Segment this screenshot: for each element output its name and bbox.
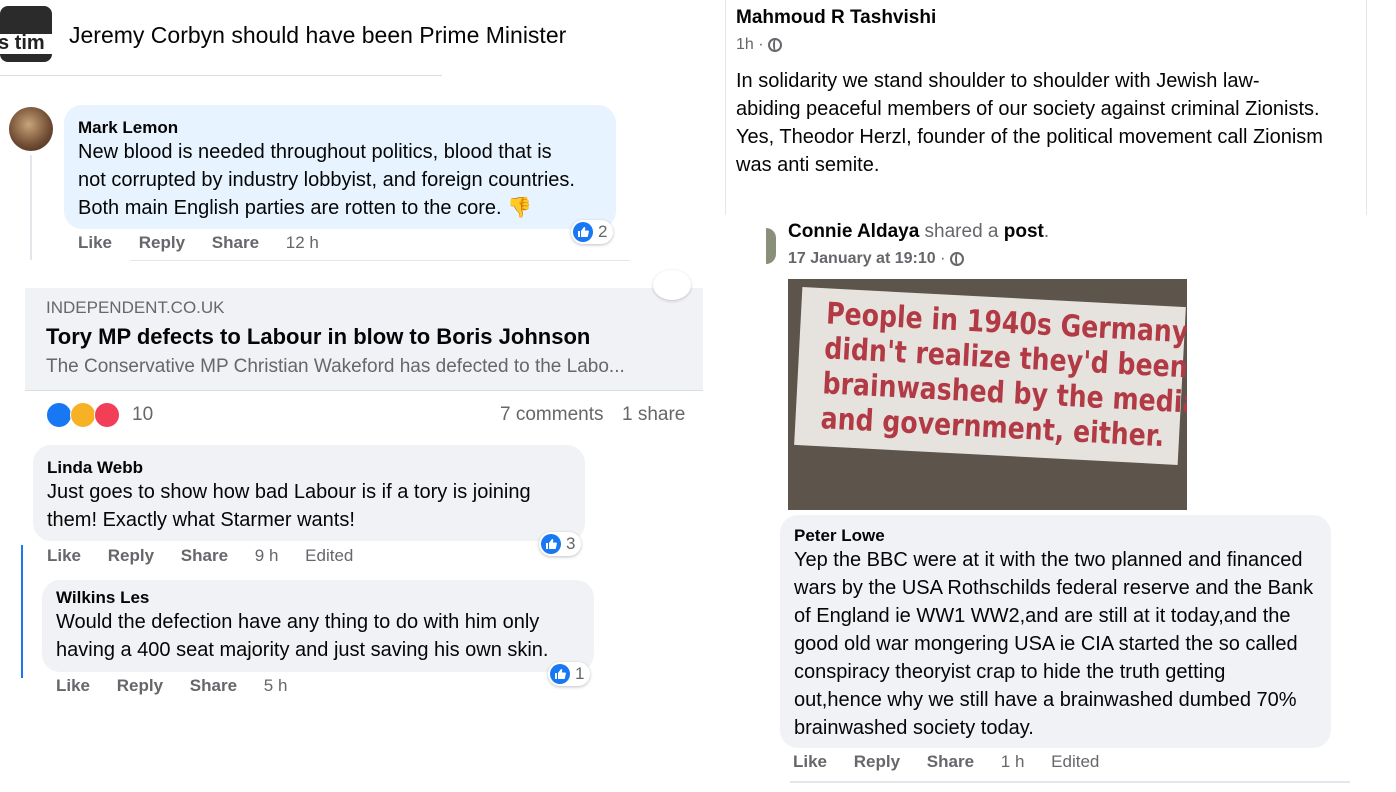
- post-image[interactable]: People in 1940s Germany didn't realize t…: [788, 279, 1187, 510]
- post-line: was anti semite.: [736, 154, 880, 176]
- post-meta: 17 January at 19:10 ·: [788, 250, 964, 268]
- separator-dot: ·: [940, 250, 946, 267]
- post-line: In solidarity we stand shoulder to shoul…: [736, 70, 1260, 92]
- like-button[interactable]: Like: [47, 546, 81, 565]
- period: .: [1043, 221, 1050, 242]
- link-description: The Conservative MP Christian Wakeford h…: [46, 356, 625, 377]
- comment-author[interactable]: Linda Webb: [47, 458, 571, 478]
- link-source: INDEPENDENT.CO.UK: [46, 298, 225, 317]
- post-line: Yes, Theodor Herzl, founder of the polit…: [736, 126, 1323, 148]
- comment-line: wars by the USA Rothschilds federal rese…: [794, 577, 1314, 599]
- reaction-count-pill[interactable]: 3: [539, 532, 582, 556]
- comment-time[interactable]: 12 h: [286, 233, 319, 252]
- haha-icon: [70, 402, 96, 428]
- share-button[interactable]: Share: [190, 676, 237, 695]
- sharer-avatar[interactable]: [766, 228, 776, 264]
- divider: [0, 75, 442, 76]
- share-button[interactable]: Share: [212, 233, 259, 252]
- post-date[interactable]: 17 January at 19:10: [788, 250, 936, 267]
- globe-icon: [949, 251, 964, 266]
- group-avatar[interactable]: s tim: [0, 6, 52, 62]
- shared-text: shared a: [924, 221, 999, 242]
- comment-line: not corrupted by industry lobbyist, and …: [78, 169, 575, 191]
- comment-line: Yep the BBC were at it with the two plan…: [794, 549, 1303, 571]
- reply-button[interactable]: Reply: [108, 546, 154, 565]
- comment-line: Just goes to show how bad Labour is if a…: [47, 481, 531, 503]
- comment-line: New blood is needed throughout politics,…: [78, 141, 552, 163]
- comment-author[interactable]: Peter Lowe: [794, 526, 1317, 546]
- comment-line: out,hence why we still have a brainwashe…: [794, 689, 1297, 711]
- comments-count[interactable]: 7 comments: [500, 404, 603, 426]
- reaction-count: 2: [598, 222, 608, 241]
- comment-bubble: Mark Lemon New blood is needed throughou…: [64, 105, 616, 229]
- post-line: abiding peaceful members of our society …: [736, 98, 1320, 120]
- shares-count[interactable]: 1 share: [622, 404, 685, 426]
- share-button[interactable]: Share: [927, 752, 974, 771]
- comment-author[interactable]: Wilkins Les: [56, 588, 580, 608]
- image-sticker: People in 1940s Germany didn't realize t…: [794, 287, 1187, 465]
- comment-time[interactable]: 9 h: [255, 546, 279, 565]
- comment-actions: Like Reply Share 9 h Edited: [47, 546, 375, 566]
- reply-button[interactable]: Reply: [854, 752, 900, 771]
- comment-line: them! Exactly what Starmer wants!: [47, 509, 355, 531]
- divider: [790, 781, 1350, 783]
- reaction-total[interactable]: 10: [132, 404, 153, 426]
- comment-actions: Like Reply Share 5 h: [56, 676, 309, 696]
- comment-line: having a 400 seat majority and just savi…: [56, 639, 549, 661]
- comment-line: conspiracy theoryist crap to hide the tr…: [794, 661, 1226, 683]
- reply-button[interactable]: Reply: [139, 233, 185, 252]
- comment-line: Would the defection have any thing to do…: [56, 611, 540, 633]
- shared-post-header: Connie Aldaya shared a post.: [788, 221, 1049, 243]
- like-icon: [573, 222, 593, 242]
- comment-line: Both main English parties are rotten to …: [78, 197, 533, 219]
- reaction-count-pill[interactable]: 1: [548, 662, 591, 686]
- reaction-count-pill[interactable]: 2: [571, 220, 614, 244]
- comment-line: of England ie WW1 WW2,and are still at i…: [794, 605, 1291, 627]
- love-icon: [94, 402, 120, 428]
- like-icon: [46, 402, 72, 428]
- comment-bubble: Peter Lowe Yep the BBC were at it with t…: [780, 515, 1331, 748]
- reaction-count: 1: [575, 664, 585, 683]
- reaction-count: 3: [566, 534, 576, 553]
- comment-line: brainwashed society today.: [794, 717, 1034, 739]
- globe-icon: [768, 37, 783, 52]
- comment-bubble: Linda Webb Just goes to show how bad Lab…: [33, 445, 585, 541]
- like-icon: [541, 534, 561, 554]
- comment-time[interactable]: 1 h: [1001, 752, 1025, 771]
- share-button[interactable]: Share: [181, 546, 228, 565]
- reply-button[interactable]: Reply: [117, 676, 163, 695]
- comment-actions: Like Reply Share 1 h Edited: [793, 752, 1121, 772]
- like-button[interactable]: Like: [78, 233, 112, 252]
- separator-dot: ·: [758, 36, 764, 53]
- reaction-icons[interactable]: [46, 401, 122, 428]
- more-options-icon[interactable]: [653, 270, 691, 300]
- like-icon: [550, 664, 570, 684]
- like-button[interactable]: Like: [56, 676, 90, 695]
- reply-thread-line: [21, 545, 23, 678]
- comment-actions: Like Reply Share 12 h: [78, 233, 341, 253]
- post-author[interactable]: Mahmoud R Tashvishi: [736, 7, 936, 29]
- link-title[interactable]: Tory MP defects to Labour in blow to Bor…: [46, 324, 590, 350]
- commenter-avatar[interactable]: [9, 107, 53, 151]
- edited-label: Edited: [305, 546, 354, 565]
- comment-bubble: Wilkins Les Would the defection have any…: [42, 580, 594, 672]
- post-time[interactable]: 1h: [736, 36, 754, 53]
- link-preview[interactable]: INDEPENDENT.CO.UK Tory MP defects to Lab…: [25, 288, 703, 391]
- comment-line: good old war mongering USA ie CIA starte…: [794, 633, 1298, 655]
- group-avatar-text: s tim: [0, 32, 45, 54]
- like-button[interactable]: Like: [793, 752, 827, 771]
- thread-line: [30, 155, 32, 260]
- post-link[interactable]: post: [1004, 221, 1044, 242]
- edited-label: Edited: [1051, 752, 1100, 771]
- post-meta: 1h ·: [736, 36, 783, 54]
- divider: [130, 260, 630, 261]
- group-title[interactable]: Jeremy Corbyn should have been Prime Min…: [69, 22, 566, 49]
- post-body: In solidarity we stand shoulder to shoul…: [736, 67, 1323, 179]
- comment-author[interactable]: Mark Lemon: [78, 118, 602, 138]
- comment-time[interactable]: 5 h: [264, 676, 288, 695]
- post-author[interactable]: Connie Aldaya: [788, 221, 919, 242]
